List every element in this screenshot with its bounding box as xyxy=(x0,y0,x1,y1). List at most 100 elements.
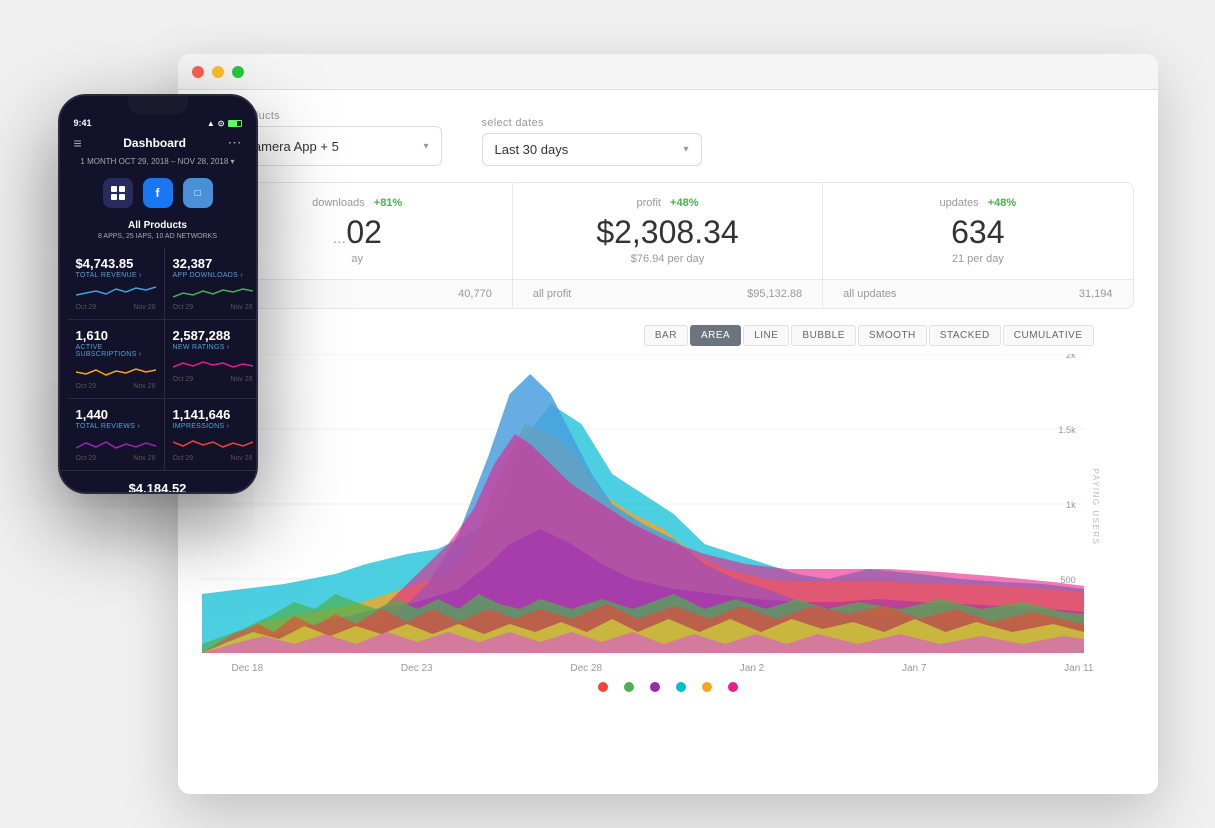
impressions-sparkline xyxy=(173,434,253,450)
legend-teal xyxy=(676,682,686,692)
updates-sub: 21 per day xyxy=(843,253,1112,265)
phone-status-icons: ▲ ⊙ xyxy=(207,119,242,128)
x-label-jan11: Jan 11 xyxy=(1064,663,1093,674)
close-button[interactable] xyxy=(192,66,204,78)
hamburger-icon[interactable]: ≡ xyxy=(74,135,82,151)
phone-downloads-value: 32,387 xyxy=(173,256,253,271)
phone-downloads-label[interactable]: APP DOWNLOADS › xyxy=(173,272,253,279)
phone-subscriptions-value: 1,610 xyxy=(76,328,156,343)
chart-wrapper: 2k 1.5k 1k 500 0 PAYING USERS xyxy=(202,354,1134,659)
phone-impressions-value: 1,141,646 xyxy=(173,407,253,422)
phone-ratings-label[interactable]: NEW RATINGS › xyxy=(173,344,253,351)
phone-stat-subscriptions: 1,610 ACTIVE SUBSCRIPTIONS › Oct 29Nov 2… xyxy=(68,320,165,399)
phone-header: ≡ Dashboard ⋯ xyxy=(60,128,256,157)
chart-legend xyxy=(202,674,1134,700)
x-label-dec28: Dec 28 xyxy=(570,663,602,674)
profit-footer-label: all profit xyxy=(533,288,572,300)
updates-label: updates xyxy=(939,197,978,209)
x-label-jan7: Jan 7 xyxy=(902,663,926,674)
dates-label: select dates xyxy=(482,117,702,129)
x-label-jan2: Jan 2 xyxy=(740,663,764,674)
downloads-label: downloads xyxy=(312,197,365,209)
minimize-button[interactable] xyxy=(212,66,224,78)
phone-impressions-label[interactable]: IMPRESSIONS › xyxy=(173,423,253,430)
profit-sub: $76.94 per day xyxy=(533,253,802,265)
chart-type-bar[interactable]: BAR xyxy=(644,325,688,346)
updates-stat: updates +48% 634 21 per day xyxy=(823,183,1132,279)
phone-all-products: All Products xyxy=(60,220,256,231)
phone-screen: 9:41 ▲ ⊙ ≡ Dashboard ⋯ 1 MONTH OCT 29, 2… xyxy=(60,96,256,492)
svg-text:0: 0 xyxy=(1070,645,1075,654)
profit-stat: profit +48% $2,308.34 $76.94 per day xyxy=(513,183,823,279)
phone-all-sub: 8 APPS, 25 IAPS, 10 AD NETWORKS xyxy=(60,233,256,240)
signal-icon: ▲ xyxy=(207,119,215,128)
phone-ratings-value: 2,587,288 xyxy=(173,328,253,343)
facebook-icon[interactable]: f xyxy=(143,178,173,208)
battery-fill xyxy=(229,121,237,126)
legend-pink xyxy=(728,682,738,692)
profit-value: $2,308.34 xyxy=(533,213,802,251)
chart-type-buttons: BAR AREA LINE BUBBLE SMOOTH STACKED CUMU… xyxy=(202,325,1134,346)
phone-time: 9:41 xyxy=(74,118,92,128)
battery-icon xyxy=(228,120,242,127)
stats-container: downloads +81% …02 ay profit xyxy=(202,182,1134,309)
area-chart: 2k 1.5k 1k 500 0 xyxy=(202,354,1084,654)
maximize-button[interactable] xyxy=(232,66,244,78)
downloads-footer-value: 40,770 xyxy=(458,288,492,300)
phone-reviews-value: 1,440 xyxy=(76,407,156,422)
more-icon[interactable]: ⋯ xyxy=(227,134,241,151)
x-label-dec23: Dec 23 xyxy=(401,663,433,674)
svg-text:500: 500 xyxy=(1060,575,1075,585)
x-axis-labels: Dec 18 Dec 23 Dec 28 Jan 2 Jan 7 Jan 11 xyxy=(202,659,1134,674)
chart-type-line[interactable]: LINE xyxy=(743,325,789,346)
chart-type-smooth[interactable]: SMOOTH xyxy=(858,325,927,346)
updates-footer: all updates 31,194 xyxy=(823,280,1132,308)
ratings-sparkline xyxy=(173,355,253,371)
wifi-icon: ⊙ xyxy=(218,119,225,128)
svg-text:1k: 1k xyxy=(1066,500,1076,510)
chart-type-cumulative[interactable]: CUMULATIVE xyxy=(1003,325,1094,346)
legend-red xyxy=(598,682,608,692)
mobile-phone: 9:41 ▲ ⊙ ≡ Dashboard ⋯ 1 MONTH OCT 29, 2… xyxy=(58,94,258,494)
phone-stat-ratings: 2,587,288 NEW RATINGS › Oct 29Nov 28 xyxy=(165,320,256,399)
phone-title: Dashboard xyxy=(123,136,186,150)
updates-value: 634 xyxy=(843,213,1112,251)
chevron-down-icon: ▾ xyxy=(683,144,688,155)
stats-top-row: downloads +81% …02 ay profit xyxy=(203,183,1133,279)
phone-revenue-label[interactable]: TOTAL REVENUE › xyxy=(76,272,156,279)
legend-green xyxy=(624,682,634,692)
chart-type-bubble[interactable]: BUBBLE xyxy=(791,325,855,346)
window-titlebar xyxy=(178,54,1158,90)
profit-label: profit xyxy=(637,197,661,209)
y-axis-title: PAYING USERS xyxy=(1091,468,1100,545)
chart-section: BAR AREA LINE BUBBLE SMOOTH STACKED CUMU… xyxy=(202,325,1134,700)
profit-change: +48% xyxy=(670,197,698,209)
phone-stat-downloads: 32,387 APP DOWNLOADS › Oct 29Nov 28 xyxy=(165,248,256,320)
products-value: Camera App + 5 xyxy=(245,139,416,154)
phone-apps-row: f □ xyxy=(60,172,256,214)
updates-footer-label: all updates xyxy=(843,288,896,300)
phone-period[interactable]: 1 MONTH OCT 29, 2018 – NOV 28, 2018 ▾ xyxy=(60,157,256,172)
apps-icon[interactable] xyxy=(103,178,133,208)
phone-reviews-label[interactable]: TOTAL REVIEWS › xyxy=(76,423,156,430)
revenue-sparkline xyxy=(76,283,156,299)
svg-text:1.5k: 1.5k xyxy=(1058,425,1076,435)
phone-status-bar: 9:41 ▲ ⊙ xyxy=(60,116,256,128)
legend-orange xyxy=(702,682,712,692)
updates-change: +48% xyxy=(988,197,1016,209)
chart-type-stacked[interactable]: STACKED xyxy=(929,325,1001,346)
dates-select[interactable]: Last 30 days ▾ xyxy=(482,133,702,166)
app3-icon[interactable]: □ xyxy=(183,178,213,208)
phone-stats-grid: $4,743.85 TOTAL REVENUE › Oct 29Nov 28 3… xyxy=(60,248,256,470)
phone-stat-reviews: 1,440 TOTAL REVIEWS › Oct 29Nov 28 xyxy=(68,399,165,470)
profit-footer-value: $95,132.88 xyxy=(747,288,802,300)
chart-type-area[interactable]: AREA xyxy=(690,325,741,346)
dates-select-group: select dates Last 30 days ▾ xyxy=(482,117,702,166)
x-label-dec18: Dec 18 xyxy=(232,663,264,674)
legend-purple xyxy=(650,682,660,692)
updates-footer-value: 31,194 xyxy=(1079,288,1113,300)
phone-subscriptions-label[interactable]: ACTIVE SUBSCRIPTIONS › xyxy=(76,344,156,358)
profit-footer: all profit $95,132.88 xyxy=(513,280,823,308)
stats-footer-row: 40,770 all profit $95,132.88 all updates… xyxy=(203,279,1133,308)
phone-stat-impressions: 1,141,646 IMPRESSIONS › Oct 29Nov 28 xyxy=(165,399,256,470)
